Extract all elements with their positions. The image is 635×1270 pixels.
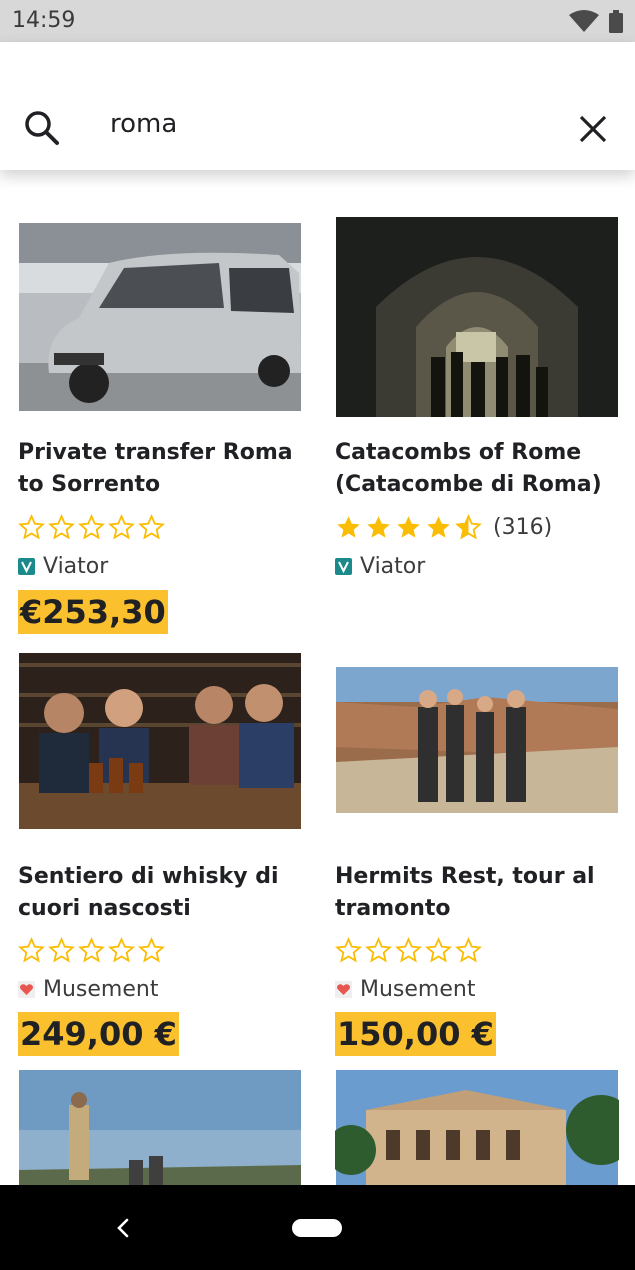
review-count: (316) (493, 514, 553, 540)
status-bar: 14:59 (0, 0, 635, 42)
back-icon[interactable] (113, 1216, 133, 1240)
provider-name: Musement (360, 976, 476, 1002)
close-icon[interactable] (576, 112, 610, 146)
star-empty-icon (335, 936, 362, 962)
musement-heart-icon (335, 980, 352, 998)
musement-heart-icon (18, 980, 35, 998)
wifi-icon (569, 10, 599, 32)
result-card[interactable] (18, 1070, 302, 1185)
star-empty-icon (108, 513, 135, 539)
rating-stars (335, 936, 485, 964)
result-card[interactable]: Private transfer Roma to Sorrento Viator… (18, 223, 302, 634)
star-empty-icon (18, 513, 45, 539)
result-title[interactable]: Sentiero di whisky di cuori nascosti (18, 861, 302, 925)
home-pill-button[interactable] (292, 1219, 342, 1237)
provider: Musement (18, 975, 158, 1003)
result-image (335, 1070, 619, 1185)
star-empty-icon (138, 513, 165, 539)
result-title[interactable]: Catacombs of Rome (Catacombe di Roma) (335, 437, 619, 501)
result-image (19, 653, 301, 829)
result-image (19, 1070, 301, 1185)
star-full-icon (427, 515, 450, 538)
navigation-bar (0, 1185, 635, 1270)
star-empty-icon (78, 513, 105, 539)
star-full-icon (397, 515, 420, 538)
provider-name: Musement (43, 976, 159, 1002)
rating-stars: (316) (335, 513, 552, 541)
rating-stars (18, 513, 168, 541)
result-title[interactable]: Hermits Rest, tour al tramonto (335, 861, 619, 925)
provider: Viator (18, 552, 108, 580)
price-badge: 249,00 € (18, 1012, 179, 1056)
rating-stars (18, 936, 168, 964)
star-empty-icon (48, 936, 75, 962)
provider-name: Viator (43, 553, 109, 579)
result-card[interactable]: Catacombs of Rome (Catacombe di Roma) (3… (335, 217, 619, 579)
star-empty-icon (48, 513, 75, 539)
star-empty-icon (455, 936, 482, 962)
star-empty-icon (108, 936, 135, 962)
star-empty-icon (18, 936, 45, 962)
result-image (19, 223, 301, 411)
star-empty-icon (365, 936, 392, 962)
star-full-icon (337, 515, 360, 538)
star-empty-icon (78, 936, 105, 962)
result-card[interactable] (335, 1070, 619, 1185)
battery-icon (609, 10, 623, 33)
search-icon[interactable] (22, 108, 62, 148)
price-badge: 150,00 € (335, 1012, 496, 1056)
result-image (336, 667, 618, 813)
star-empty-icon (425, 936, 452, 962)
result-image (336, 217, 618, 417)
search-bar: roma (0, 42, 635, 170)
star-empty-icon (138, 936, 165, 962)
viator-logo-icon (18, 557, 35, 575)
result-title[interactable]: Private transfer Roma to Sorrento (18, 437, 302, 501)
star-full-icon (367, 515, 390, 538)
star-empty-icon (395, 936, 422, 962)
result-card[interactable]: Hermits Rest, tour al tramonto Musement … (335, 667, 619, 1056)
viator-logo-icon (335, 557, 352, 575)
status-time: 14:59 (12, 8, 76, 33)
provider: Viator (335, 552, 425, 580)
star-half-icon (455, 513, 482, 539)
price-badge: €253,30 (18, 590, 168, 634)
result-card[interactable]: Sentiero di whisky di cuori nascosti Mus… (18, 653, 302, 1056)
provider: Musement (335, 975, 475, 1003)
provider-name: Viator (360, 553, 426, 579)
search-input[interactable]: roma (110, 109, 177, 139)
